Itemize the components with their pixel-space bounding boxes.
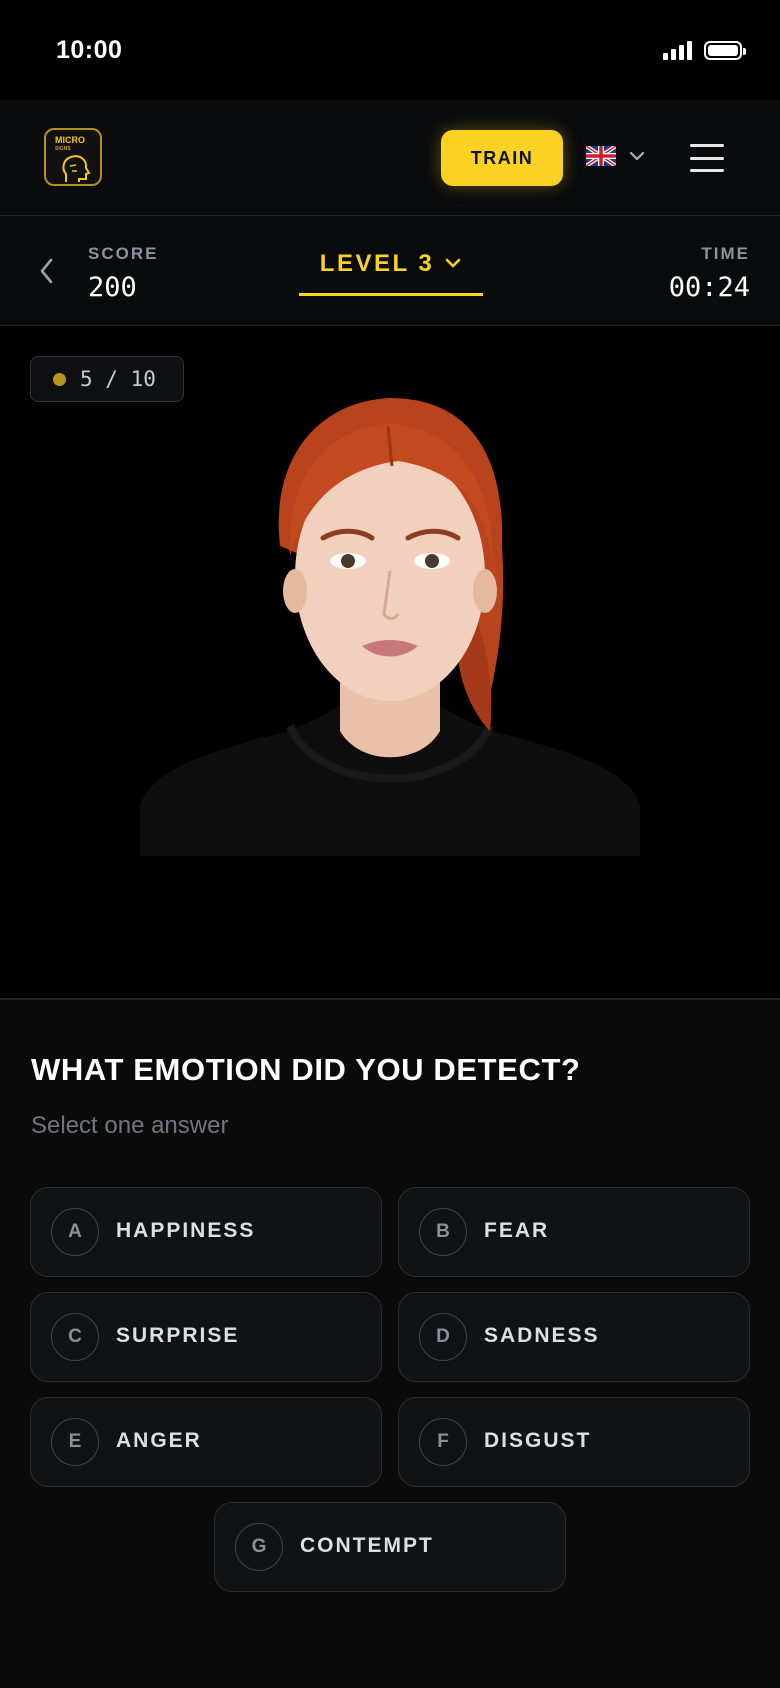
answer-option-c[interactable]: C SURPRISE: [30, 1292, 382, 1382]
back-chevron-icon[interactable]: [36, 254, 58, 288]
cellular-signal-icon: [663, 40, 692, 60]
status-bar: 10:00: [0, 0, 780, 100]
answer-option-f[interactable]: F DISGUST: [398, 1397, 750, 1487]
question-panel: WHAT EMOTION DID YOU DETECT? Select one …: [0, 1000, 780, 1688]
time-value: 00:24: [668, 272, 750, 303]
answer-option-a[interactable]: A HAPPINESS: [30, 1187, 382, 1277]
score-bar: SCORE 200 LEVEL 3 TIME 00:24: [0, 216, 780, 326]
uk-flag-icon: [586, 146, 616, 166]
train-button[interactable]: TRAIN: [441, 130, 563, 186]
option-letter: G: [235, 1523, 283, 1571]
logo-head-icon: [62, 155, 91, 182]
progress-dot-icon: [53, 372, 66, 386]
option-label: SURPRISE: [116, 1324, 240, 1347]
question-heading: WHAT EMOTION DID YOU DETECT?: [31, 1052, 581, 1087]
stimulus-area: 5 / 10: [0, 326, 780, 1000]
option-label: SADNESS: [484, 1324, 600, 1347]
answer-option-d[interactable]: D SADNESS: [398, 1292, 750, 1382]
option-letter: C: [51, 1313, 99, 1361]
option-label: FEAR: [484, 1219, 550, 1242]
question-hint: Select one answer: [31, 1112, 229, 1139]
level-selector[interactable]: LEVEL 3: [299, 248, 483, 296]
option-label: DISGUST: [484, 1429, 592, 1452]
option-label: HAPPINESS: [116, 1219, 256, 1242]
logo[interactable]: MICRO SIGNS: [44, 128, 102, 186]
option-letter: D: [419, 1313, 467, 1361]
answer-option-e[interactable]: E ANGER: [30, 1397, 382, 1487]
option-letter: E: [51, 1418, 99, 1466]
language-selector[interactable]: [586, 146, 646, 166]
option-letter: F: [419, 1418, 467, 1466]
battery-icon: [704, 40, 746, 60]
time-label: TIME: [701, 244, 750, 263]
hamburger-menu-icon[interactable]: [690, 144, 724, 172]
score-label: SCORE: [88, 244, 159, 263]
answer-option-b[interactable]: B FEAR: [398, 1187, 750, 1277]
chevron-down-icon: [629, 151, 645, 161]
option-label: CONTEMPT: [300, 1534, 434, 1557]
level-label: LEVEL 3: [319, 250, 435, 277]
option-label: ANGER: [116, 1429, 202, 1452]
score-value: 200: [88, 272, 137, 303]
face-portrait-image: [140, 398, 640, 856]
answer-option-g[interactable]: G CONTEMPT: [214, 1502, 566, 1592]
status-time: 10:00: [56, 36, 123, 64]
chevron-down-icon: [445, 258, 461, 268]
option-letter: B: [419, 1208, 467, 1256]
status-icons: [663, 40, 746, 60]
option-letter: A: [51, 1208, 99, 1256]
app-header: MICRO SIGNS TRAIN: [0, 100, 780, 216]
